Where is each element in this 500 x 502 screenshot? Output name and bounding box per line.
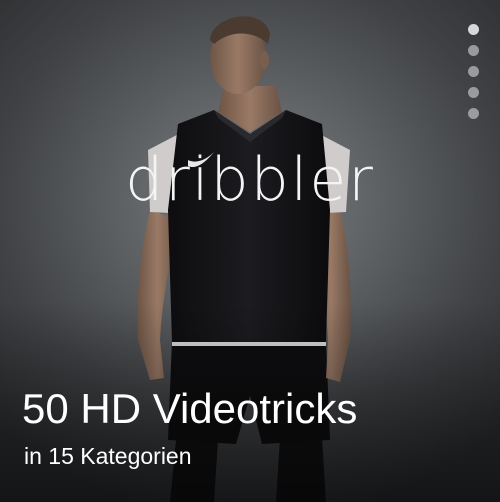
page-indicator: [468, 24, 480, 119]
promo-headline: 50 HD Videotricks: [22, 385, 358, 432]
page-dot[interactable]: [468, 66, 479, 77]
onboarding-slide[interactable]: dribbler 50 HD Videotricks in 15 Kategor…: [0, 0, 500, 502]
app-logo: dribbler: [125, 145, 375, 215]
page-dot[interactable]: [468, 87, 479, 98]
page-dot[interactable]: [468, 108, 479, 119]
page-dot[interactable]: [468, 24, 479, 35]
page-dot[interactable]: [468, 45, 479, 56]
promo-subline: in 15 Kategorien: [24, 443, 192, 469]
